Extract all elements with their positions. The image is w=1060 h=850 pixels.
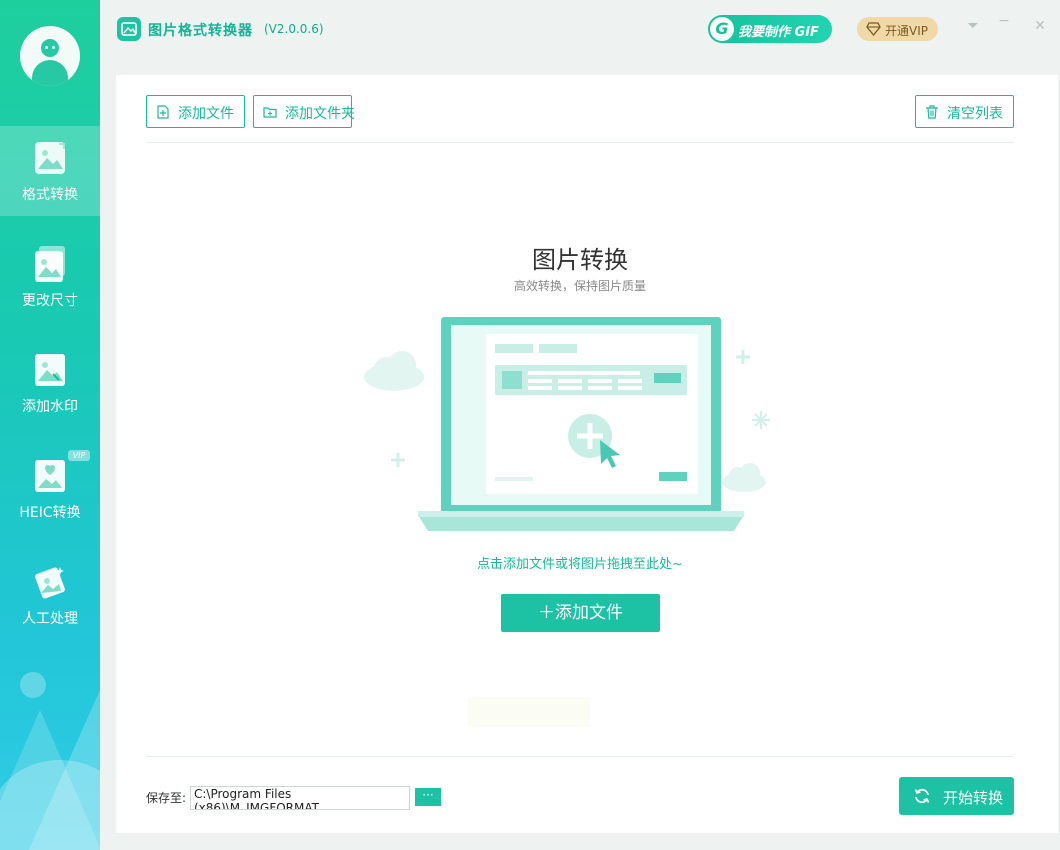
app-title: 图片格式转换器 bbox=[148, 23, 253, 39]
open-vip-button[interactable]: 开通VIP bbox=[857, 17, 938, 41]
drop-zone-subtitle: 高效转换，保持图片质量 bbox=[513, 279, 646, 293]
avatar-body-icon bbox=[32, 60, 68, 86]
sidebar-item-resize[interactable]: 更改尺寸 bbox=[0, 232, 100, 322]
sidebar-item-format-convert[interactable]: 格式转换 bbox=[0, 126, 100, 216]
sidebar-item-label: 格式转换 bbox=[22, 187, 78, 203]
decorative-hill bbox=[0, 760, 100, 850]
image-resize-icon bbox=[35, 246, 65, 282]
user-avatar[interactable] bbox=[20, 26, 80, 86]
close-icon[interactable]: ✕ bbox=[1030, 18, 1050, 40]
plus-sparkle-icon bbox=[736, 350, 750, 364]
add-folder-label: 添加文件夹 bbox=[285, 106, 355, 122]
divider bbox=[146, 756, 1014, 757]
save-to-label: 保存至: bbox=[146, 791, 187, 805]
diamond-icon bbox=[866, 22, 881, 36]
sidebar: 格式转换 更改尺寸 添加水印 VIP HEIC转换 人工处理 bbox=[0, 0, 100, 850]
make-gif-button[interactable]: G 我要制作 GIF bbox=[708, 15, 832, 43]
sidebar-item-watermark[interactable]: 添加水印 bbox=[0, 338, 100, 428]
laptop-illustration[interactable] bbox=[356, 305, 776, 541]
add-folder-button[interactable]: 添加文件夹 bbox=[253, 95, 355, 128]
app-version: (V2.0.0.6) bbox=[264, 22, 324, 36]
start-convert-label: 开始转换 bbox=[943, 789, 1004, 807]
clear-list-label: 清空列表 bbox=[947, 106, 1003, 122]
gif-logo-icon: G bbox=[710, 17, 734, 41]
sidebar-item-heic-convert[interactable]: VIP HEIC转换 bbox=[0, 444, 100, 534]
image-watermark-icon bbox=[35, 354, 65, 386]
drag-drop-hint[interactable]: 点击添加文件或将图片拖拽至此处~ bbox=[116, 553, 1044, 572]
star-sparkle-icon bbox=[752, 411, 770, 429]
heic-convert-icon bbox=[35, 460, 65, 492]
cloud-icon bbox=[722, 463, 766, 492]
save-path-field[interactable]: C:\Program Files (x86)\M_IMGFORMAT bbox=[190, 786, 410, 810]
image-convert-icon bbox=[35, 142, 65, 174]
make-gif-label: 我要制作 GIF bbox=[738, 25, 819, 40]
sidebar-item-label: 人工处理 bbox=[22, 611, 78, 627]
faint-placeholder bbox=[468, 697, 590, 727]
add-file-label: 添加文件 bbox=[178, 106, 234, 122]
plus-sparkle-icon bbox=[391, 453, 405, 467]
sidebar-item-manual-process[interactable]: 人工处理 bbox=[0, 550, 100, 640]
trash-icon bbox=[926, 105, 938, 119]
add-folder-icon bbox=[263, 107, 277, 118]
start-convert-button[interactable]: 开始转换 bbox=[899, 777, 1014, 815]
browse-folder-button[interactable]: ··· bbox=[415, 788, 441, 806]
drop-zone-title: 图片转换 bbox=[532, 246, 628, 274]
menu-dropdown-icon[interactable]: ⏷ bbox=[963, 18, 983, 40]
title-bar: 图片格式转换器 (V2.0.0.6) G 我要制作 GIF 开通VIP ⏷ − … bbox=[100, 0, 1060, 62]
sidebar-item-label: 更改尺寸 bbox=[22, 293, 78, 309]
avatar-head-icon bbox=[41, 39, 59, 57]
clear-list-button[interactable]: 清空列表 bbox=[915, 95, 1014, 128]
divider bbox=[146, 142, 1014, 143]
cloud-icon bbox=[364, 351, 424, 391]
sidebar-item-label: HEIC转换 bbox=[19, 505, 81, 521]
add-file-icon bbox=[157, 105, 169, 119]
app-logo-icon bbox=[117, 17, 141, 41]
minimize-icon[interactable]: − bbox=[994, 13, 1014, 35]
open-vip-label: 开通VIP bbox=[885, 24, 928, 38]
vip-badge: VIP bbox=[68, 450, 90, 461]
refresh-icon bbox=[914, 788, 930, 804]
add-file-main-button[interactable]: ＋添加文件 bbox=[501, 594, 660, 632]
add-file-button[interactable]: 添加文件 bbox=[146, 95, 245, 128]
sidebar-item-label: 添加水印 bbox=[22, 399, 78, 415]
main-panel: 添加文件 添加文件夹 清空列表 图片转换 高效转换，保持图片质量 点击添加文件或… bbox=[116, 75, 1058, 833]
manual-process-icon bbox=[35, 567, 65, 599]
